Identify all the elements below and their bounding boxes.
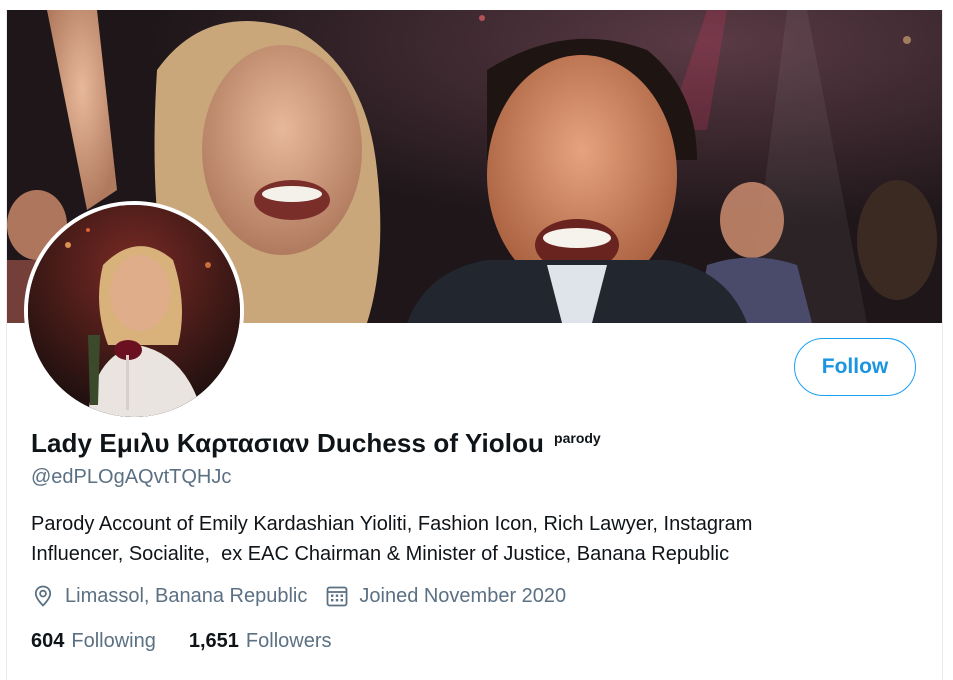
location-pin-icon — [34, 585, 52, 607]
parody-badge: parody — [554, 430, 601, 446]
username-handle: @edPLOgAQvtTQHJc — [31, 466, 232, 488]
follow-button[interactable]: Follow — [794, 338, 916, 396]
following-link[interactable]: 604 Following — [31, 630, 156, 653]
profile-bio: Parody Account of Emily Kardashian Yioli… — [31, 509, 911, 569]
bio-line: Influencer, Socialite, ex EAC Chairman &… — [31, 543, 730, 565]
calendar-icon — [326, 586, 348, 607]
following-label: Following — [71, 630, 156, 652]
followers-link[interactable]: 1,651 Followers — [189, 630, 332, 653]
location-item: Limassol, Banana Republic — [31, 584, 307, 608]
joined-item: Joined November 2020 — [325, 584, 566, 608]
follow-stats: 604 Following 1,651 Followers — [31, 630, 365, 653]
profile-avatar[interactable] — [24, 201, 244, 421]
display-name-row: Lady Εμιλυ Καρτασιαν Duchess of Yiolou p… — [31, 428, 601, 459]
followers-count: 1,651 — [188, 630, 239, 652]
followers-label: Followers — [245, 630, 332, 652]
location-text: Limassol, Banana Republic — [65, 584, 308, 607]
page: Follow Lady Εμιλυ Καρτασιαν Duchess of Y… — [0, 0, 953, 680]
profile-meta: Limassol, Banana Republic Joined Novembe… — [31, 584, 584, 608]
profile-card: Follow Lady Εμιλυ Καρτασιαν Duchess of Y… — [6, 10, 943, 680]
joined-date-text: Joined November 2020 — [359, 584, 567, 607]
following-count: 604 — [31, 630, 65, 652]
display-name: Lady Εμιλυ Καρτασιαν Duchess of Yiolou — [31, 428, 545, 458]
bio-line: Parody Account of Emily Kardashian Yioli… — [31, 513, 753, 535]
